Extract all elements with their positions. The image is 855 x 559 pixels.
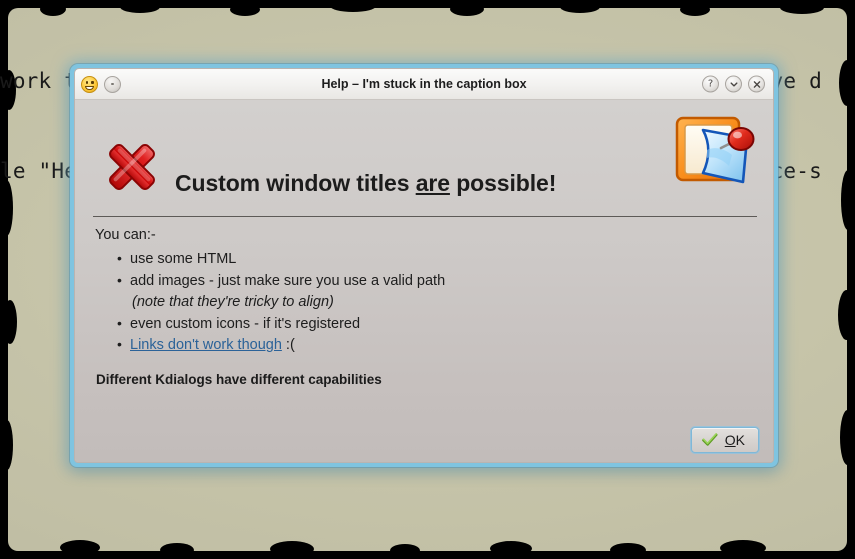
sad-face-text: :(: [281, 337, 295, 353]
intro-text: You can:-: [95, 227, 156, 243]
ok-button[interactable]: OK: [690, 427, 759, 453]
list-item-label: even custom icons - if it's registered: [130, 315, 361, 332]
list-item: Links don't work though :(: [117, 334, 755, 356]
footnote-text: Different Kdialogs have different capabi…: [96, 371, 382, 387]
heading-emphasis: are: [415, 170, 450, 196]
window-menu-button[interactable]: [104, 75, 121, 93]
dialog-content: You can:- use some HTML add images - jus…: [75, 217, 773, 387]
page-title: Custom window titles are possible!: [175, 170, 556, 197]
close-window-button[interactable]: [748, 75, 765, 93]
knotes-pin-note-icon: [675, 116, 755, 184]
ok-rest-char: K: [735, 432, 745, 448]
dialog-titlebar[interactable]: Help – I'm stuck in the caption box ?: [75, 69, 773, 100]
list-item-note: (note that they're tricky to align): [117, 292, 755, 313]
heading-part-2: possible!: [449, 170, 557, 196]
close-icon: [753, 80, 760, 88]
dialog-body: Custom window titles are possible! You c…: [75, 100, 773, 462]
help-button[interactable]: ?: [702, 75, 719, 93]
links-dont-work-link[interactable]: Links don't work though: [130, 337, 282, 353]
list-item-note-label: (note that they're tricky to align): [132, 294, 334, 310]
ok-button-label: OK: [725, 432, 745, 448]
chevron-down-icon: [730, 81, 737, 87]
window-title: Help – I'm stuck in the caption box: [321, 77, 527, 91]
list-item: add images - just make sure you use a va…: [117, 270, 755, 292]
green-check-icon: [701, 433, 718, 446]
dialog-button-row: OK: [690, 427, 759, 453]
list-item: even custom icons - if it's registered: [117, 313, 755, 335]
list-item: use some HTML: [117, 248, 755, 270]
capabilities-list: use some HTML add images - just make sur…: [95, 248, 755, 356]
face-smile-icon[interactable]: [81, 75, 98, 93]
list-item-label: add images - just make sure you use a va…: [130, 272, 446, 289]
list-item-label: use some HTML: [130, 251, 237, 267]
dialog-error-icon: [109, 144, 155, 190]
ok-accel-char: O: [724, 432, 736, 448]
dialog-header-row: Custom window titles are possible!: [75, 100, 773, 210]
shade-window-button[interactable]: [725, 75, 742, 93]
heading-part-1: Custom window titles: [175, 170, 416, 196]
help-dialog-window: Help – I'm stuck in the caption box ? Cu…: [70, 64, 778, 467]
